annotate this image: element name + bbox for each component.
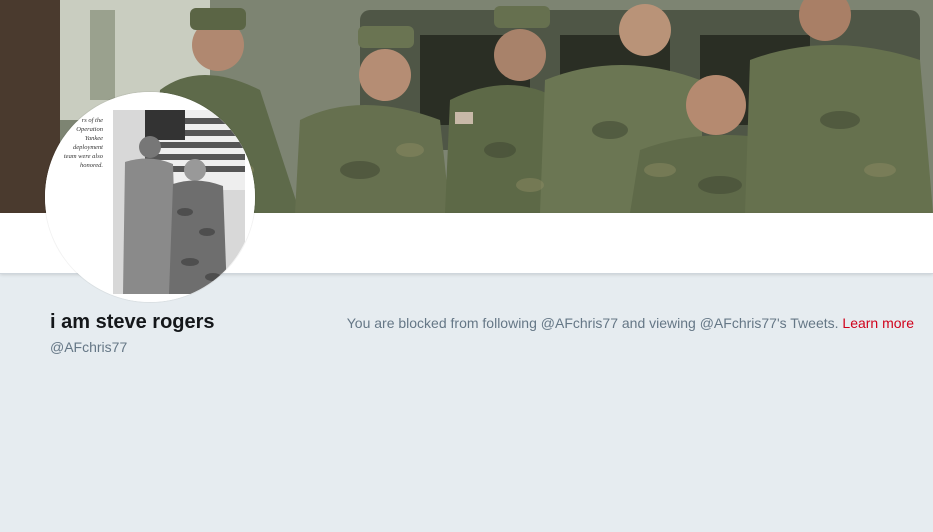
avatar-caption-line: Operation: [76, 126, 103, 133]
profile-display-name[interactable]: i am steve rogers: [50, 311, 215, 334]
avatar-caption-line: rs of the: [82, 117, 103, 124]
avatar-caption-line: Yankee: [85, 135, 103, 142]
avatar-caption-line: deployment: [73, 144, 103, 151]
avatar-caption-line: honored.: [80, 162, 103, 169]
blocked-notice: You are blocked from following @AFchris7…: [347, 315, 914, 331]
profile-handle[interactable]: @AFchris77: [50, 339, 127, 355]
learn-more-link[interactable]: Learn more: [842, 315, 914, 331]
blocked-notice-text: You are blocked from following @AFchris7…: [346, 315, 839, 331]
avatar-photo-illustration: rs of the Operation Yankee deployment te…: [45, 92, 255, 302]
avatar-caption-line: team were also: [64, 153, 104, 160]
profile-avatar[interactable]: rs of the Operation Yankee deployment te…: [45, 92, 255, 302]
